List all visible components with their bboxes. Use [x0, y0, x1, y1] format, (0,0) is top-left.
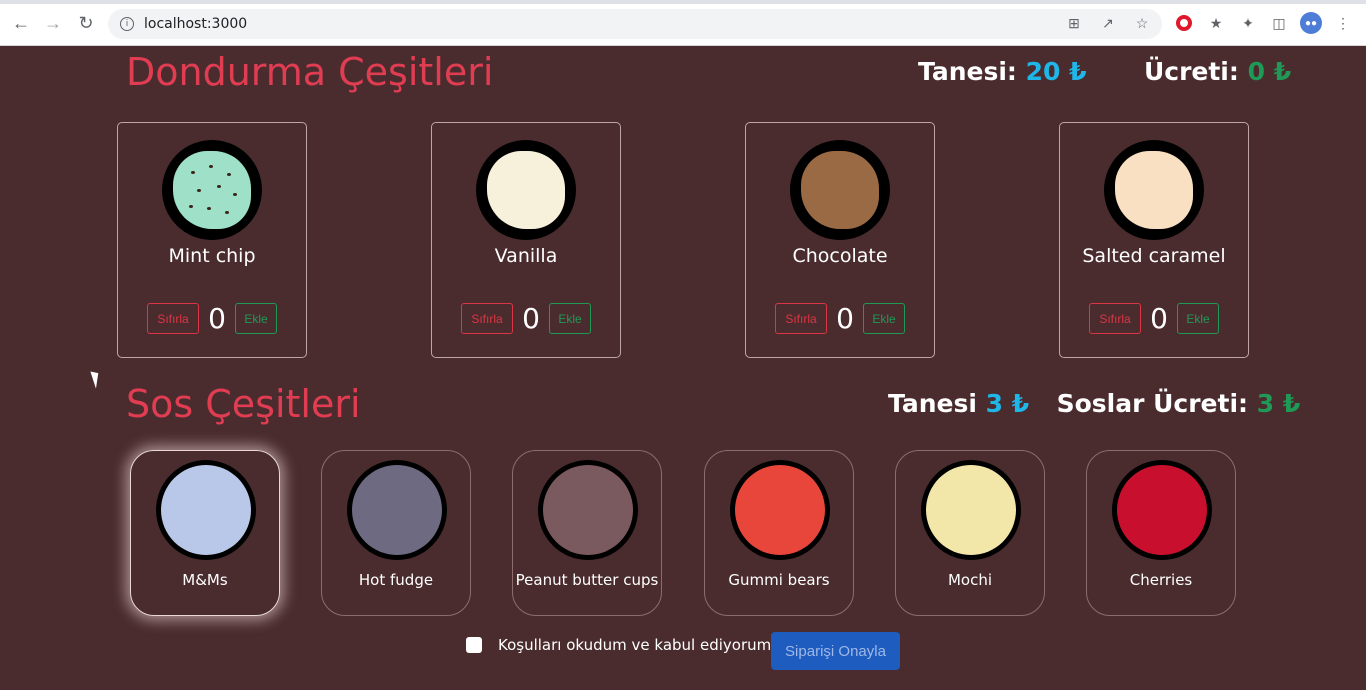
add-button[interactable]: Ekle — [863, 303, 905, 334]
bookmark-star-icon[interactable]: ☆ — [1134, 15, 1150, 31]
icecream-name: Chocolate — [792, 245, 888, 267]
sauce-image — [156, 460, 256, 560]
icecream-stats: Tanesi: 20 ₺ Ücreti: 0 ₺ — [918, 57, 1291, 86]
sauce-image-fill — [161, 465, 251, 555]
mouse-cursor-icon — [90, 369, 103, 389]
sauce-name: Hot fudge — [358, 571, 434, 589]
sauce-image — [921, 460, 1021, 560]
sauce-name: Mochi — [947, 571, 993, 589]
icecream-image — [162, 140, 262, 240]
icecream-card-vanilla: Vanilla Sıfırla 0 Ekle — [431, 122, 621, 358]
share-icon[interactable]: ↗ — [1100, 15, 1116, 31]
star-extension-icon[interactable]: ★ — [1205, 12, 1227, 34]
profile-avatar[interactable]: ●● — [1300, 12, 1322, 34]
reset-button[interactable]: Sıfırla — [461, 303, 513, 334]
sauce-image — [538, 460, 638, 560]
sauce-stats: Tanesi 3 ₺ Soslar Ücreti: 3 ₺ — [888, 389, 1300, 418]
sauce-name: M&Ms — [182, 571, 228, 589]
add-button[interactable]: Ekle — [549, 303, 591, 334]
add-button[interactable]: Ekle — [1177, 303, 1219, 334]
sauce-card-mochi[interactable]: Mochi — [895, 450, 1045, 616]
menu-kebab-icon[interactable]: ⋮ — [1332, 12, 1354, 34]
icecream-card-salted-caramel: Salted caramel Sıfırla 0 Ekle — [1059, 122, 1249, 358]
sauce-name: Gummi bears — [728, 571, 830, 589]
sauce-image — [1112, 460, 1212, 560]
forward-icon[interactable]: → — [41, 11, 65, 35]
terms-label[interactable]: Koşulları okudum ve kabul ediyorum — [498, 636, 771, 654]
sauce-image-fill — [543, 465, 633, 555]
icecream-count: 0 — [836, 302, 854, 335]
back-icon[interactable]: ← — [9, 11, 33, 35]
icecream-unit-label: Tanesi: — [918, 57, 1017, 86]
scoop-fill — [1115, 151, 1193, 229]
terms-checkbox[interactable] — [466, 637, 482, 653]
extensions-puzzle-icon[interactable]: ✦ — [1237, 12, 1259, 34]
sauce-name: Peanut butter cups — [515, 571, 659, 589]
confirm-order-button[interactable]: Siparişi Onayla — [771, 632, 900, 670]
sauce-card-cherries[interactable]: Cherries — [1086, 450, 1236, 616]
reset-button[interactable]: Sıfırla — [775, 303, 827, 334]
icecream-title: Dondurma Çeşitleri — [126, 50, 494, 94]
icecream-image — [1104, 140, 1204, 240]
sauce-card-hot-fudge[interactable]: Hot fudge — [321, 450, 471, 616]
icecream-count: 0 — [522, 302, 540, 335]
icecream-image — [790, 140, 890, 240]
icecream-name: Vanilla — [494, 245, 558, 267]
icecream-unit-price: 20 ₺ — [1025, 57, 1087, 86]
icecream-count: 0 — [208, 302, 226, 335]
icecream-name: Mint chip — [168, 245, 256, 267]
icecream-count: 0 — [1150, 302, 1168, 335]
opera-extension-icon[interactable] — [1173, 12, 1195, 34]
icecream-total-price: 0 ₺ — [1247, 57, 1292, 86]
tab-strip-edge — [0, 0, 1366, 4]
reset-button[interactable]: Sıfırla — [1089, 303, 1141, 334]
sauce-image-fill — [352, 465, 442, 555]
icecream-card-chocolate: Chocolate Sıfırla 0 Ekle — [745, 122, 935, 358]
sauce-card-peanut-butter-cups[interactable]: Peanut butter cups — [512, 450, 662, 616]
browser-toolbar: ← → ↻ i localhost:3000 ⊞ ↗ ☆ ★ ✦ ◫ ●● ⋮ — [0, 0, 1366, 46]
terms-row: Koşulları okudum ve kabul ediyorum — [466, 636, 771, 654]
sauce-card-mms[interactable]: M&Ms — [130, 450, 280, 616]
sauce-image-fill — [1117, 465, 1207, 555]
icecream-total-label: Ücreti: — [1143, 57, 1239, 86]
install-icon[interactable]: ⊞ — [1066, 15, 1082, 31]
sauce-total-label: Soslar Ücreti: — [1056, 389, 1249, 418]
sauce-image — [730, 460, 830, 560]
icecream-image — [476, 140, 576, 240]
site-info-icon[interactable]: i — [120, 17, 134, 31]
scoop-fill — [801, 151, 879, 229]
reload-icon[interactable]: ↻ — [74, 11, 98, 35]
side-panel-icon[interactable]: ◫ — [1268, 12, 1290, 34]
scoop-fill — [173, 151, 251, 229]
icecream-name: Salted caramel — [1082, 245, 1226, 267]
sauce-card-gummi-bears[interactable]: Gummi bears — [704, 450, 854, 616]
sauce-image-fill — [735, 465, 825, 555]
url-text[interactable]: localhost:3000 — [144, 16, 247, 32]
sauce-image-fill — [926, 465, 1016, 555]
address-bar[interactable]: i localhost:3000 ⊞ ↗ ☆ — [108, 9, 1162, 39]
sauce-total-price: 3 ₺ — [1256, 389, 1301, 418]
sauce-name: Cherries — [1129, 571, 1193, 589]
scoop-fill — [487, 151, 565, 229]
reset-button[interactable]: Sıfırla — [147, 303, 199, 334]
sauce-unit-label: Tanesi — [888, 389, 977, 418]
sauce-unit-price: 3 ₺ — [985, 389, 1030, 418]
sauce-image — [347, 460, 447, 560]
icecream-card-mint-chip: Mint chip Sıfırla 0 Ekle — [117, 122, 307, 358]
add-button[interactable]: Ekle — [235, 303, 277, 334]
sauce-title: Sos Çeşitleri — [126, 382, 361, 426]
